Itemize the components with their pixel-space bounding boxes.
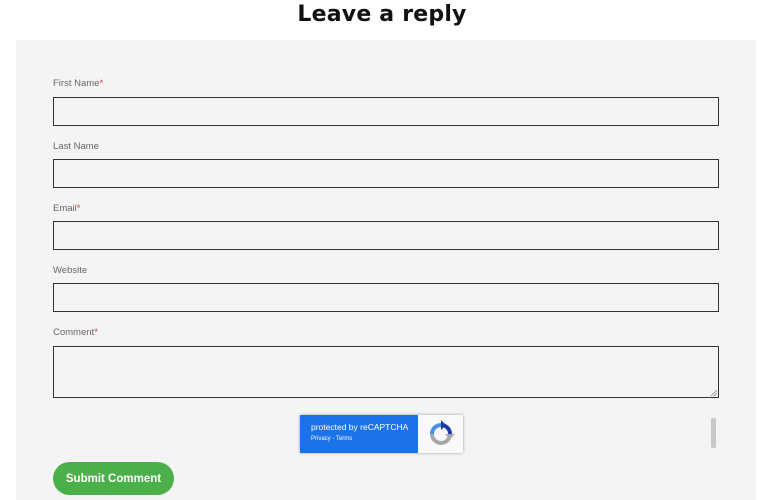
- required-marker: *: [94, 327, 98, 338]
- last-name-field[interactable]: [53, 159, 719, 188]
- email-field[interactable]: [53, 221, 719, 250]
- comment-label: Comment*: [53, 327, 98, 338]
- first-name-label: First Name*: [53, 78, 103, 89]
- website-field[interactable]: [53, 283, 719, 312]
- website-label: Website: [53, 265, 87, 276]
- recaptcha-logo-icon: [418, 415, 463, 453]
- last-name-label: Last Name: [53, 141, 99, 152]
- scrollbar-thumb[interactable]: [711, 418, 716, 448]
- recaptcha-info: protected by reCAPTCHA Privacy - Terms: [300, 415, 418, 453]
- required-marker: *: [99, 78, 104, 89]
- submit-comment-button[interactable]: Submit Comment: [53, 462, 174, 495]
- comment-textarea[interactable]: [53, 346, 719, 398]
- first-name-label-text: First Name: [53, 78, 100, 89]
- last-name-label-text: Last Name: [53, 141, 99, 152]
- email-label: Email*: [53, 203, 80, 214]
- recaptcha-terms-link[interactable]: Terms: [336, 436, 352, 442]
- recaptcha-privacy-link[interactable]: Privacy: [311, 436, 331, 442]
- recaptcha-title: protected by reCAPTCHA: [311, 422, 409, 432]
- recaptcha-links: Privacy - Terms: [311, 436, 418, 442]
- recaptcha-badge[interactable]: protected by reCAPTCHA Privacy - Terms: [300, 415, 463, 453]
- page-title: Leave a reply: [297, 2, 467, 27]
- website-label-text: Website: [53, 265, 88, 276]
- email-label-text: Email: [53, 203, 77, 214]
- resize-grip-icon[interactable]: [710, 389, 717, 396]
- comment-label-text: Comment: [53, 327, 95, 338]
- first-name-field[interactable]: [53, 97, 719, 126]
- required-marker: *: [76, 203, 81, 214]
